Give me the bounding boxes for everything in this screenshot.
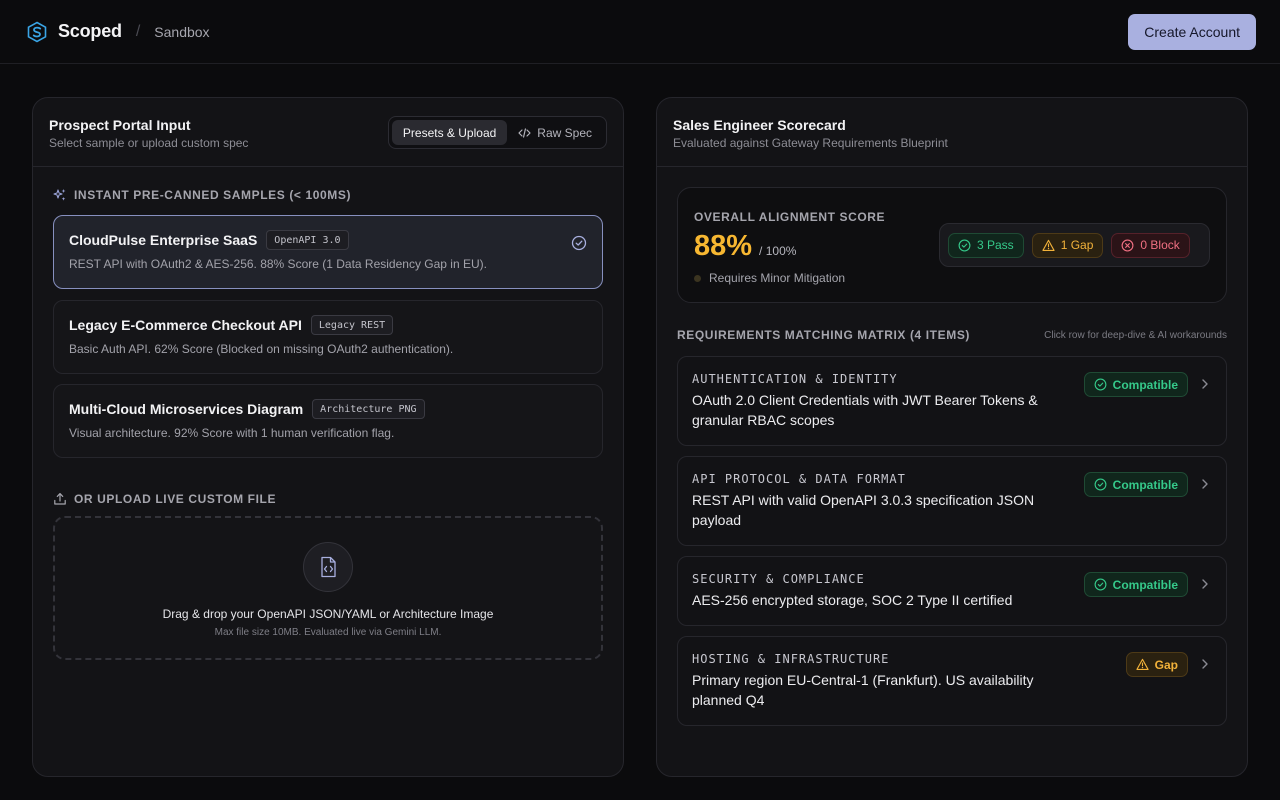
samples-section-label: INSTANT PRE-CANNED SAMPLES (< 100MS) (53, 188, 351, 202)
panel-header: Prospect Portal Input Select sample or u… (33, 98, 623, 167)
dropzone-subtitle: Max file size 10MB. Evaluated live via G… (214, 627, 442, 638)
tab-raw-spec[interactable]: Raw Spec (507, 120, 603, 145)
input-mode-tabs: Presets & Upload Raw Spec (387, 116, 607, 149)
tab-presets-upload[interactable]: Presets & Upload (391, 120, 508, 145)
prospect-portal-panel: Prospect Portal Input Select sample or u… (32, 97, 624, 777)
score-total: / 100% (759, 244, 797, 258)
warning-triangle-icon (1136, 658, 1149, 670)
upload-icon (54, 493, 66, 505)
block-count-badge: 0 Block (1111, 232, 1190, 258)
panel-subtitle: Evaluated against Gateway Requirements B… (673, 136, 948, 150)
sample-description: Basic Auth API. 62% Score (Blocked on mi… (69, 342, 454, 356)
upload-section-label: OR UPLOAD LIVE CUSTOM FILE (53, 492, 276, 506)
score-status-text: Requires Minor Mitigation (709, 271, 846, 285)
score-value: 88% (694, 230, 753, 262)
status-text: Compatible (1112, 477, 1178, 492)
gap-badge: Gap (1125, 652, 1188, 677)
sample-tag: OpenAPI 3.0 (266, 230, 349, 250)
alignment-score-card: OVERALL ALIGNMENT SCORE 88% / 100% Requi… (677, 187, 1227, 303)
top-bar: Scoped / Sandbox Create Account (0, 0, 1280, 64)
file-icon-circle (303, 542, 353, 592)
scoped-logo-icon (27, 21, 47, 42)
samples-label-text: INSTANT PRE-CANNED SAMPLES (< 100MS) (74, 188, 352, 202)
upload-label-text: OR UPLOAD LIVE CUSTOM FILE (74, 492, 277, 506)
gap-count: 1 Gap (1060, 238, 1094, 252)
requirement-description: AES-256 encrypted storage, SOC 2 Type II… (692, 592, 1013, 608)
requirement-description: Primary region EU-Central-1 (Frankfurt).… (692, 672, 1034, 708)
check-circle-icon (958, 239, 971, 251)
block-count: 0 Block (1140, 238, 1180, 252)
sample-card-legacy-ecommerce[interactable]: Legacy E-Commerce Checkout API Legacy RE… (53, 300, 603, 374)
sample-title: CloudPulse Enterprise SaaS (69, 232, 258, 248)
result-badge-group: 3 Pass 1 Gap 0 Block (939, 223, 1210, 267)
breadcrumb-separator: / (135, 22, 141, 40)
sample-description: Visual architecture. 92% Score with 1 hu… (69, 426, 395, 440)
brand-name: Scoped (58, 21, 122, 41)
check-circle-icon (1094, 578, 1107, 591)
score-status: Requires Minor Mitigation (694, 271, 845, 285)
file-dropzone[interactable]: Drag & drop your OpenAPI JSON/YAML or Ar… (53, 516, 603, 660)
chevron-right-icon (1202, 479, 1208, 489)
gap-count-badge: 1 Gap (1031, 232, 1104, 258)
check-circle-icon (1094, 478, 1107, 491)
pass-count: 3 Pass (977, 238, 1014, 252)
matrix-header: REQUIREMENTS MATCHING MATRIX (4 ITEMS) C… (677, 328, 1227, 342)
sample-tag: Architecture PNG (312, 399, 425, 419)
pass-count-badge: 3 Pass (948, 232, 1024, 258)
tab-label: Raw Spec (537, 125, 592, 140)
requirement-row-authentication[interactable]: AUTHENTICATION & IDENTITY OAuth 2.0 Clie… (677, 356, 1227, 446)
check-circle-icon (571, 235, 587, 251)
dropzone-title: Drag & drop your OpenAPI JSON/YAML or Ar… (162, 607, 494, 621)
sparkles-icon (53, 189, 66, 201)
status-dot (694, 274, 701, 282)
x-circle-icon (1121, 239, 1134, 251)
status-text: Compatible (1112, 377, 1178, 392)
requirement-description: OAuth 2.0 Client Credentials with JWT Be… (692, 392, 1038, 428)
scorecard-panel: Sales Engineer Scorecard Evaluated again… (656, 97, 1248, 777)
requirement-row-hosting[interactable]: HOSTING & INFRASTRUCTURE Primary region … (677, 636, 1227, 726)
compatible-badge: Compatible (1083, 472, 1188, 497)
file-code-icon (321, 556, 336, 578)
sample-card-multicloud-diagram[interactable]: Multi-Cloud Microservices Diagram Archit… (53, 384, 603, 458)
panel-header: Sales Engineer Scorecard Evaluated again… (657, 98, 1247, 167)
sample-card-cloudpulse[interactable]: CloudPulse Enterprise SaaS OpenAPI 3.0 R… (53, 215, 603, 289)
chevron-right-icon (1202, 579, 1208, 589)
chevron-right-icon (1202, 659, 1208, 669)
score-label: OVERALL ALIGNMENT SCORE (694, 210, 886, 224)
create-account-button[interactable]: Create Account (1128, 14, 1256, 50)
sample-title: Legacy E-Commerce Checkout API (69, 317, 302, 333)
matrix-hint: Click row for deep-dive & AI workarounds (1044, 330, 1227, 341)
requirement-row-api-protocol[interactable]: API PROTOCOL & DATA FORMAT REST API with… (677, 456, 1227, 546)
compatible-badge: Compatible (1083, 372, 1188, 397)
code-icon (518, 127, 531, 138)
compatible-badge: Compatible (1083, 572, 1188, 597)
sample-tag: Legacy REST (310, 315, 394, 335)
tab-label: Presets & Upload (402, 125, 497, 140)
status-text: Gap (1154, 657, 1178, 672)
brand[interactable]: Scoped / Sandbox (24, 21, 210, 43)
requirement-row-security[interactable]: SECURITY & COMPLIANCE AES-256 encrypted … (677, 556, 1227, 626)
status-text: Compatible (1112, 577, 1178, 592)
environment-label: Sandbox (154, 23, 210, 40)
sample-description: REST API with OAuth2 & AES-256. 88% Scor… (69, 257, 487, 271)
warning-triangle-icon (1042, 239, 1055, 251)
check-circle-icon (1094, 378, 1107, 391)
requirement-description: REST API with valid OpenAPI 3.0.3 specif… (692, 492, 1035, 528)
chevron-right-icon (1202, 379, 1208, 389)
sample-title: Multi-Cloud Microservices Diagram (69, 401, 304, 417)
panel-title: Sales Engineer Scorecard (673, 117, 846, 133)
